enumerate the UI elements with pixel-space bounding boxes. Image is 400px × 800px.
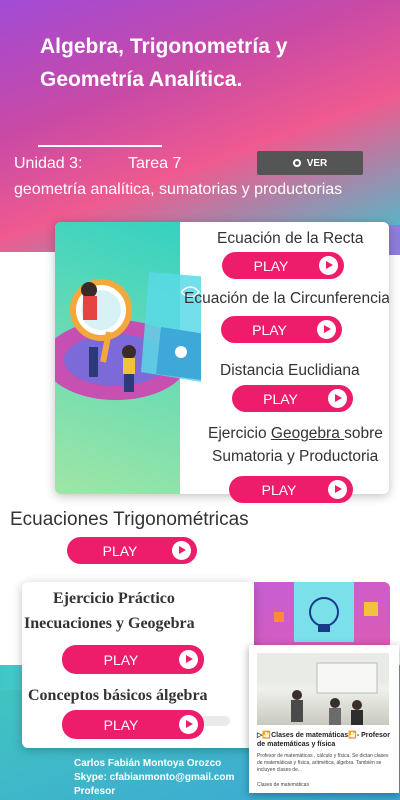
play-icon — [328, 389, 347, 408]
play-trig-button[interactable]: PLAY — [67, 537, 197, 564]
circunferencia-title: Ecuación de la Circunferencia — [184, 290, 389, 307]
divider — [38, 145, 162, 147]
geogebra-title-post: sobre — [344, 425, 383, 442]
geogebra-title-pre: Ejercicio — [208, 425, 271, 442]
eye-icon — [292, 159, 301, 167]
geogebra-title: Ejercicio Geogebra sobre — [208, 425, 383, 443]
play-recta-button[interactable]: PLAY — [222, 252, 344, 279]
play-circunferencia-button[interactable]: PLAY — [221, 316, 342, 343]
geogebra-link[interactable]: Geogebra — [271, 425, 344, 442]
lessons-card: Ecuación de la Recta PLAY Ecuación de la… — [55, 222, 389, 494]
sumatoria-title: Sumatoria y Productoria — [212, 448, 379, 465]
play-icon — [317, 320, 336, 339]
video-title[interactable]: ▷🎦Clases de matemáticas🎦- Profesor de ma… — [257, 731, 393, 749]
trig-title: Ecuaciones Trigonométricas — [10, 509, 249, 530]
page-title: Algebra, Trigonometría y Geometría Analí… — [40, 35, 288, 91]
practice-card: Ejercicio Práctico Inecuaciones y Geogeb… — [22, 582, 254, 748]
video-channel: Clases de matemáticas — [257, 782, 309, 788]
play-sumatoria-button[interactable]: PLAY — [229, 476, 353, 503]
tema-label: geometría analítica, sumatorias y produc… — [14, 181, 343, 198]
play-icon — [179, 650, 198, 669]
video-thumbnail[interactable] — [257, 653, 389, 725]
author-skype: Skype: cfabianmonto@gmail.com — [74, 772, 235, 783]
ver-label: VER — [306, 157, 328, 169]
ver-button[interactable]: VER — [257, 151, 363, 175]
ejercicio-title-line1: Ejercicio Práctico — [53, 590, 175, 607]
video-description: Profesor de matemáticas , cálculo y físi… — [257, 753, 389, 773]
tarea-label: Tarea 7 — [128, 155, 182, 172]
play-icon — [172, 541, 191, 560]
author-role: Profesor — [74, 786, 116, 797]
video-preview-card[interactable]: ▷🎦Clases de matemáticas🎦- Profesor de ma… — [249, 645, 399, 793]
distancia-title: Distancia Euclidiana — [220, 362, 360, 379]
play-inecuaciones-button[interactable]: PLAY — [62, 645, 204, 674]
algebra-title: Conceptos básicos álgebra — [28, 687, 208, 704]
students-illustration-icon — [55, 272, 201, 400]
play-distancia-button[interactable]: PLAY — [232, 385, 353, 412]
classroom-thumbnail-icon — [257, 653, 389, 725]
play-icon — [328, 480, 347, 499]
play-icon — [179, 715, 198, 734]
play-algebra-button[interactable]: PLAY — [62, 710, 204, 739]
recta-title: Ecuación de la Recta — [217, 230, 364, 247]
author-name: Carlos Fabián Montoya Orozco — [74, 758, 222, 769]
play-icon — [319, 256, 338, 275]
unidad-label: Unidad 3: — [14, 155, 83, 172]
ejercicio-title-line2: Inecuaciones y Geogebra — [24, 615, 195, 632]
